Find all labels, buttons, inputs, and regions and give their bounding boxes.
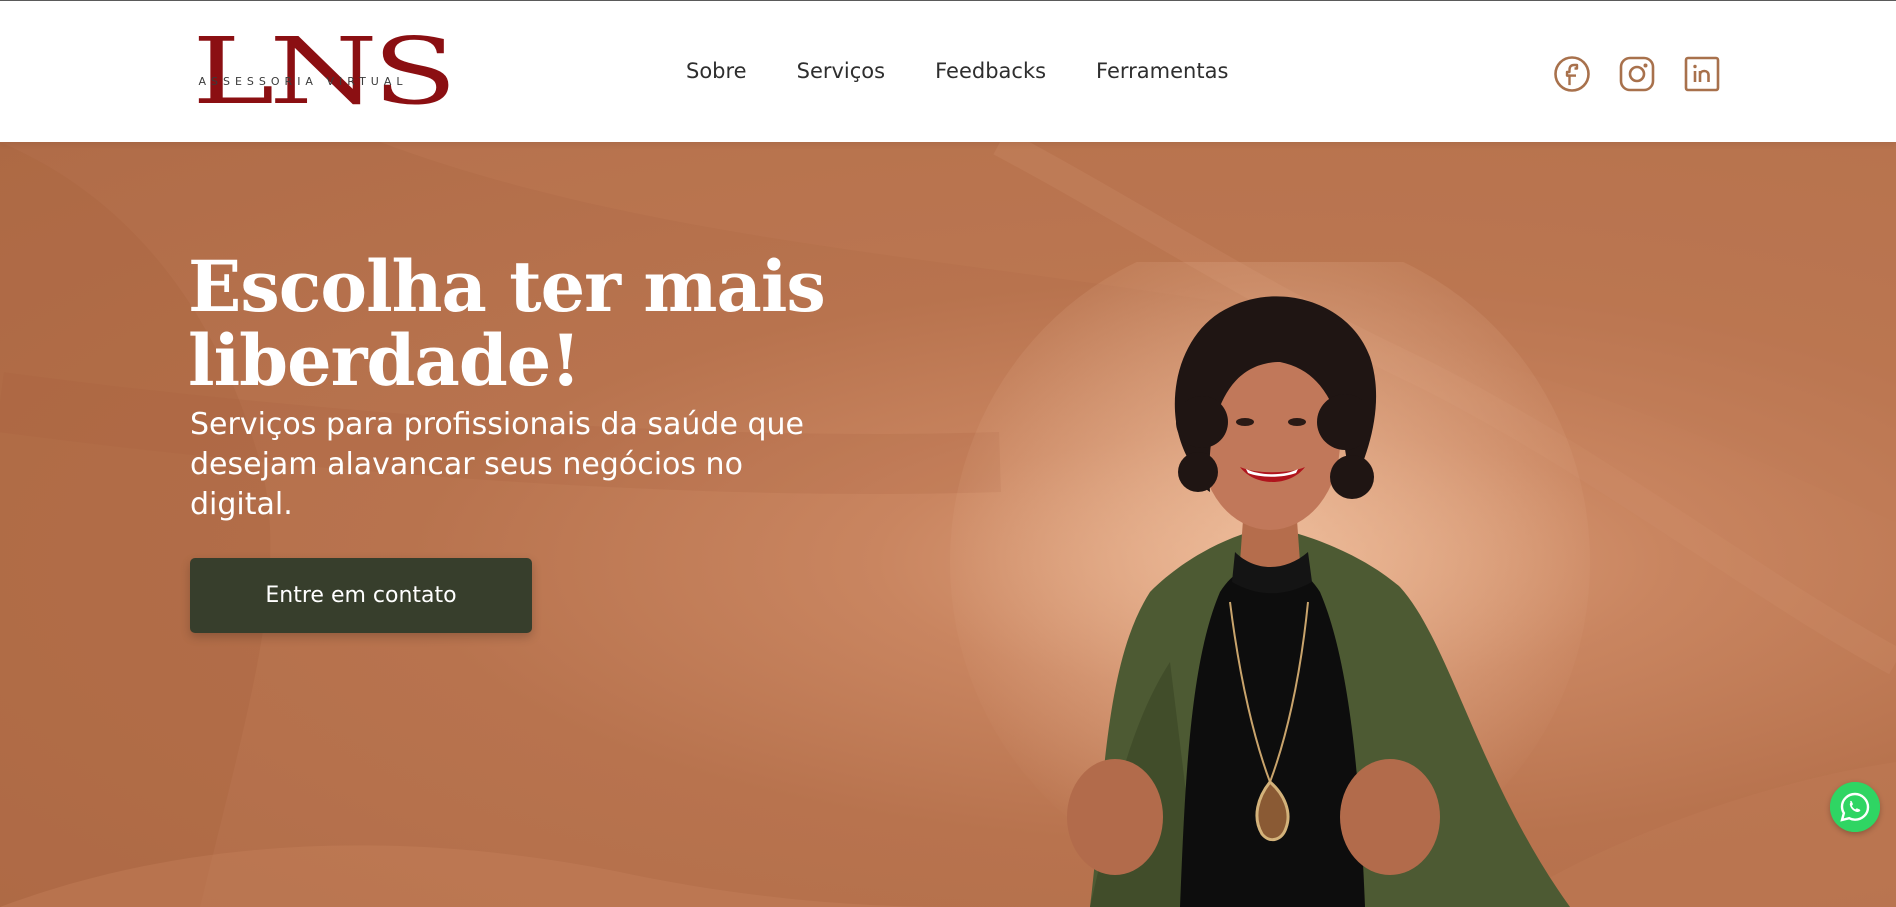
facebook-icon[interactable] xyxy=(1553,55,1591,93)
whatsapp-button[interactable] xyxy=(1830,782,1880,832)
nav-item-ferramentas[interactable]: Ferramentas xyxy=(1096,57,1228,85)
whatsapp-icon xyxy=(1830,782,1880,832)
nav-item-sobre[interactable]: Sobre xyxy=(686,57,747,85)
linkedin-icon[interactable] xyxy=(1683,55,1721,93)
contact-button[interactable]: Entre em contato xyxy=(190,558,532,633)
logo-letters: LNS xyxy=(192,18,457,125)
instagram-icon[interactable] xyxy=(1618,55,1656,93)
main-nav: Sobre Serviços Feedbacks Ferramentas xyxy=(686,57,1278,85)
hero-title: Escolha ter mais liberdade! xyxy=(188,245,826,402)
logo-subtitle: ASSESSORIA VIRTUAL xyxy=(198,75,408,88)
logo[interactable]: LNS ASSESSORIA VIRTUAL xyxy=(178,25,457,118)
site-header: LNS ASSESSORIA VIRTUAL Sobre Serviços Fe… xyxy=(0,0,1896,142)
hero-subtitle: Serviços para profissionais da saúde que… xyxy=(190,407,804,522)
hero-portrait xyxy=(950,262,1590,907)
nav-item-feedbacks[interactable]: Feedbacks xyxy=(935,57,1046,85)
hero-section: Escolha ter mais liberdade! Serviços par… xyxy=(0,142,1896,907)
nav-item-servicos[interactable]: Serviços xyxy=(797,57,885,85)
